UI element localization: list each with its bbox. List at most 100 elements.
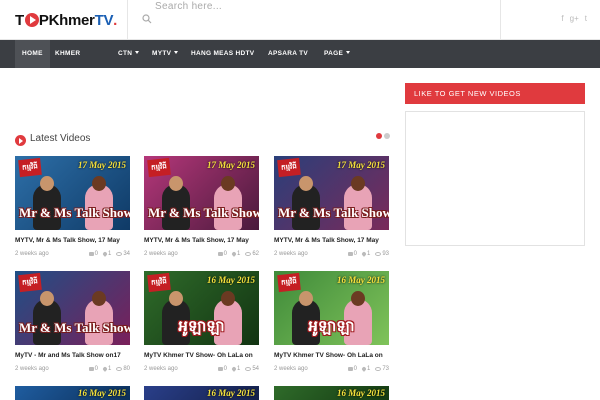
google-plus-icon[interactable]: g+ xyxy=(570,14,579,23)
main-nav: HOME KHMER CTN MYTV HANG MEAS HDTV APSAR… xyxy=(0,40,600,68)
video-card[interactable]: កម្មវិធី 17 May 2015 Mr & Ms Talk Show M… xyxy=(144,156,259,257)
thumbnail-badge: កម្មវិធី xyxy=(277,157,301,178)
video-thumbnail[interactable]: កម្មវិធី 17 May 2015 Mr & Ms Talk Show xyxy=(274,156,389,230)
video-card[interactable]: 16 May 2015 xyxy=(274,386,389,400)
view-count: 34 xyxy=(116,251,130,257)
view-count-value: 80 xyxy=(123,366,130,372)
search-input[interactable] xyxy=(155,0,495,12)
video-thumbnail[interactable]: កម្មវិធី 16 May 2015 អូឡាឡា xyxy=(274,271,389,345)
video-thumbnail[interactable]: 16 May 2015 xyxy=(274,386,389,400)
comment-icon xyxy=(88,252,94,256)
video-thumbnail[interactable]: កម្មវិធី 17 May 2015 Mr & Ms Talk Show xyxy=(15,156,130,230)
video-title[interactable]: MyTV - Mr and Ms Talk Show on17 xyxy=(15,352,130,359)
nav-label: MYTV xyxy=(152,50,172,57)
nav-label: APSARA TV xyxy=(268,50,309,57)
video-thumbnail[interactable]: 16 May 2015 xyxy=(15,386,130,400)
thumbnail-title: Mr & Ms Talk Show xyxy=(278,205,389,220)
nav-label: KHMER xyxy=(55,50,81,57)
comment-count: 0 xyxy=(347,251,357,257)
video-meta: 2 weeks ago 0 1 80 xyxy=(15,366,130,372)
thumbnail-badge: កម្មវិធី xyxy=(277,272,301,293)
nav-item-mytv[interactable]: MYTV xyxy=(145,40,185,68)
nav-item-khmer[interactable]: KHMER xyxy=(48,40,87,68)
like-icon xyxy=(361,366,367,372)
slider-dot[interactable] xyxy=(376,133,382,139)
logo-tv: TV xyxy=(94,11,114,29)
video-title[interactable]: MyTV Khmer TV Show- Oh LaLa on xyxy=(274,352,389,359)
play-icon xyxy=(24,13,39,27)
thumbnail-figure xyxy=(169,291,183,306)
thumbnail-title: Mr & Ms Talk Show xyxy=(19,320,130,335)
video-meta: 2 weeks ago 0 1 62 xyxy=(144,251,259,257)
comment-icon xyxy=(217,367,223,371)
comment-count: 0 xyxy=(217,251,227,257)
thumbnail-title: អូឡាឡា xyxy=(308,317,355,335)
site-logo[interactable]: T PKhmer TV . xyxy=(15,10,117,30)
like-count-value: 1 xyxy=(107,366,112,372)
video-title[interactable]: MyTV Khmer TV Show- Oh LaLa on xyxy=(144,352,259,359)
logo-letter-t: T xyxy=(15,11,24,29)
comment-count: 0 xyxy=(217,366,227,372)
widget-title: LIKE TO GET NEW VIDEOS xyxy=(405,83,585,104)
thumbnail-figure xyxy=(92,176,106,191)
comment-count: 0 xyxy=(88,366,98,372)
video-thumbnail[interactable]: កម្មវិធី 16 May 2015 អូឡាឡា xyxy=(144,271,259,345)
thumbnail-figure xyxy=(299,291,313,306)
nav-label: CTN xyxy=(118,50,133,57)
eye-icon xyxy=(245,252,252,256)
comment-count-value: 0 xyxy=(223,251,227,257)
like-count: 1 xyxy=(231,366,241,372)
comment-icon xyxy=(217,252,223,256)
video-card[interactable]: កម្មវិធី 17 May 2015 Mr & Ms Talk Show M… xyxy=(274,156,389,257)
video-card[interactable]: កម្មវិធី Mr & Ms Talk Show MyTV - Mr and… xyxy=(15,271,130,372)
video-thumbnail[interactable]: កម្មវិធី 17 May 2015 Mr & Ms Talk Show xyxy=(144,156,259,230)
video-card[interactable]: កម្មវិធី 16 May 2015 អូឡាឡា MyTV Khmer T… xyxy=(144,271,259,372)
comment-count: 0 xyxy=(88,251,98,257)
video-thumbnail[interactable]: 16 May 2015 xyxy=(144,386,259,400)
thumbnail-date: 17 May 2015 xyxy=(207,160,255,170)
video-card[interactable]: កម្មវិធី 17 May 2015 Mr & Ms Talk Show M… xyxy=(15,156,130,257)
thumbnail-badge: កម្មវិធី xyxy=(18,157,42,178)
video-title[interactable]: MYTV, Mr & Ms Talk Show, 17 May xyxy=(15,237,130,244)
nav-item-hang-meas[interactable]: HANG MEAS HDTV xyxy=(184,40,261,68)
nav-item-page[interactable]: PAGE xyxy=(317,40,357,68)
video-time: 2 weeks ago xyxy=(15,251,49,257)
facebook-like-widget xyxy=(405,111,585,246)
video-card[interactable]: 16 May 2015 xyxy=(144,386,259,400)
eye-icon xyxy=(116,252,123,256)
video-card[interactable]: 16 May 2015 xyxy=(15,386,130,400)
facebook-icon[interactable]: f xyxy=(561,14,563,23)
nav-label: HOME xyxy=(22,50,43,57)
search-icon[interactable] xyxy=(142,14,152,24)
video-time: 2 weeks ago xyxy=(144,251,178,257)
twitter-icon[interactable]: t xyxy=(585,14,587,23)
thumbnail-date: 16 May 2015 xyxy=(337,388,385,398)
comment-count-value: 0 xyxy=(94,366,98,372)
comment-count-value: 0 xyxy=(353,251,357,257)
view-count-value: 54 xyxy=(252,366,259,372)
video-title[interactable]: MYTV, Mr & Ms Talk Show, 17 May xyxy=(274,237,389,244)
play-icon xyxy=(15,135,26,146)
comment-icon xyxy=(347,367,353,371)
nav-item-ctn[interactable]: CTN xyxy=(111,40,146,68)
video-thumbnail[interactable]: កម្មវិធី Mr & Ms Talk Show xyxy=(15,271,130,345)
like-count: 1 xyxy=(361,251,371,257)
like-count-value: 1 xyxy=(366,251,371,257)
video-time: 2 weeks ago xyxy=(144,366,178,372)
eye-icon xyxy=(375,367,382,371)
comment-count: 0 xyxy=(347,366,357,372)
view-count: 80 xyxy=(116,366,130,372)
thumbnail-figure xyxy=(221,176,235,191)
comment-icon xyxy=(88,367,94,371)
nav-item-apsara[interactable]: APSARA TV xyxy=(261,40,315,68)
video-title[interactable]: MYTV, Mr & Ms Talk Show, 17 May xyxy=(144,237,259,244)
video-meta: 2 weeks ago 0 1 54 xyxy=(144,366,259,372)
like-icon xyxy=(102,366,108,372)
view-count: 93 xyxy=(375,251,389,257)
nav-item-home[interactable]: HOME xyxy=(15,40,50,68)
like-count-value: 1 xyxy=(236,366,241,372)
video-card[interactable]: កម្មវិធី 16 May 2015 អូឡាឡា MyTV Khmer T… xyxy=(274,271,389,372)
slider-dot[interactable] xyxy=(384,133,390,139)
thumbnail-figure xyxy=(221,291,235,306)
thumbnail-figure xyxy=(92,291,106,306)
